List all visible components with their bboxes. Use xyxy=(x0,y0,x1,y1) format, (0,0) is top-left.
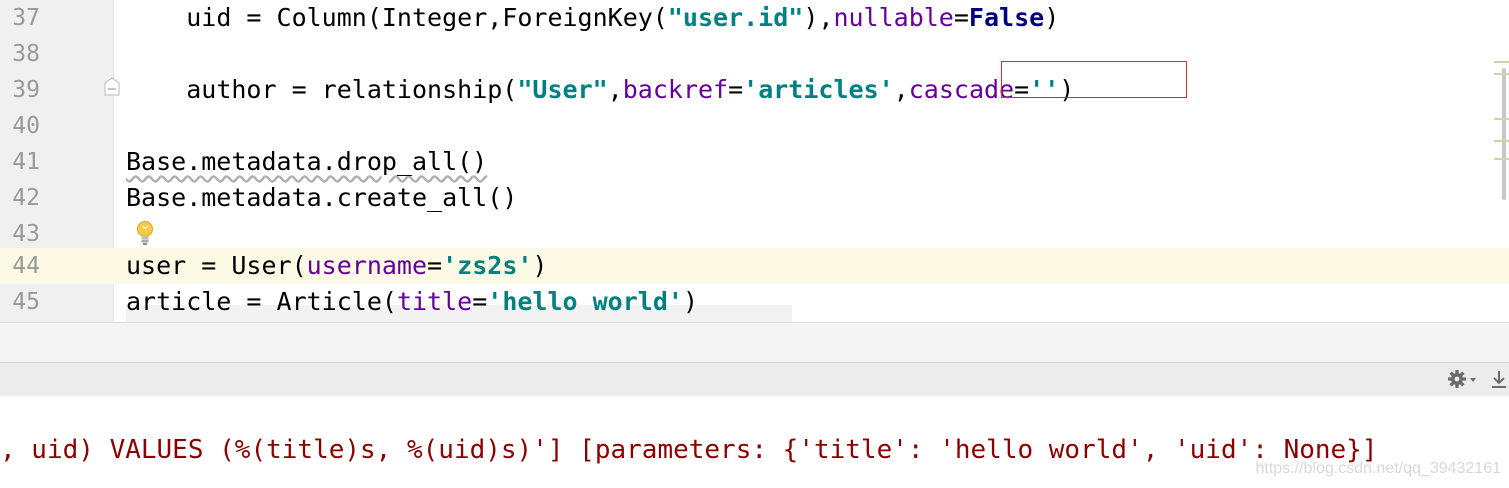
code-line-42[interactable]: 42 Base.metadata.create_all() xyxy=(0,180,1500,216)
error-stripe-mark[interactable] xyxy=(1494,158,1509,160)
fold-marker-icon[interactable] xyxy=(103,77,121,97)
lightbulb-icon[interactable] xyxy=(134,220,156,246)
panel-divider xyxy=(0,322,1509,363)
line-number: 40 xyxy=(12,113,40,139)
error-stripe-mark[interactable] xyxy=(1494,61,1509,63)
code-line-44[interactable]: 44 user = User(username='zs2s') xyxy=(0,248,1500,284)
error-stripe-mark[interactable] xyxy=(1494,73,1509,75)
code-text[interactable]: Base.metadata.drop_all() xyxy=(126,144,487,180)
line-number: 38 xyxy=(12,41,40,67)
code-line-41[interactable]: 41 Base.metadata.drop_all() xyxy=(0,144,1500,180)
download-icon[interactable] xyxy=(1489,368,1509,390)
line-number: 42 xyxy=(12,185,40,211)
code-line-39[interactable]: 39 author = relationship("User",backref=… xyxy=(0,72,1500,108)
code-line-45[interactable]: 45 article = Article(title='hello world'… xyxy=(0,284,1500,320)
code-line-43[interactable]: 43 xyxy=(0,216,1500,252)
code-text[interactable]: user = User(username='zs2s') xyxy=(126,248,547,284)
run-panel-toolbar xyxy=(0,362,1509,397)
code-line-38[interactable]: 38 xyxy=(0,36,1500,72)
code-text[interactable]: uid = Column(Integer,ForeignKey("user.id… xyxy=(126,0,1059,36)
line-number: 44 xyxy=(12,253,40,279)
code-text[interactable]: article = Article(title='hello world') xyxy=(126,284,698,320)
gear-icon[interactable] xyxy=(1446,368,1480,390)
cascade-highlight-box xyxy=(1001,61,1187,98)
line-number: 43 xyxy=(12,221,40,247)
console-error-output: , uid) VALUES (%(title)s, %(uid)s)'] [pa… xyxy=(0,435,1378,465)
line-number: 39 xyxy=(12,77,40,103)
code-editor[interactable]: 37 uid = Column(Integer,ForeignKey("user… xyxy=(0,0,1509,322)
watermark: https://blog.csdn.net/qq_39432161 xyxy=(1255,460,1501,477)
code-text[interactable]: Base.metadata.create_all() xyxy=(126,180,517,216)
error-stripe-mark[interactable] xyxy=(1494,118,1509,120)
line-number: 45 xyxy=(12,289,40,315)
code-line-37[interactable]: 37 uid = Column(Integer,ForeignKey("user… xyxy=(0,0,1500,36)
line-number: 37 xyxy=(12,5,40,31)
code-line-40[interactable]: 40 xyxy=(0,108,1500,144)
line-number: 41 xyxy=(12,149,40,175)
error-stripe-mark[interactable] xyxy=(1494,140,1509,142)
scrollbar-thumb[interactable] xyxy=(1502,68,1506,200)
code-text[interactable]: author = relationship("User",backref='ar… xyxy=(126,72,1074,108)
